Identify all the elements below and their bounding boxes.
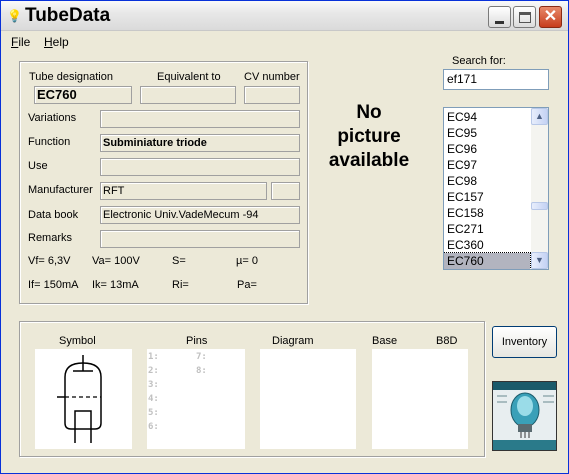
param-va: Va= 100V — [92, 255, 140, 267]
param-ri: Ri= — [172, 279, 189, 291]
close-button[interactable]: ✕ — [539, 6, 562, 28]
variations-field[interactable] — [100, 110, 300, 128]
tubedata-logo — [492, 381, 557, 451]
window-title: TubeData — [25, 5, 111, 26]
menu-file[interactable]: File — [11, 35, 30, 49]
base-value: B8D — [436, 335, 458, 347]
pins-panel: 1: 2: 3: 4: 5: 6: 7: 8: — [147, 349, 245, 449]
manufacturer-label: Manufacturer — [28, 184, 93, 196]
scroll-up-button[interactable]: ▲ — [531, 108, 548, 125]
search-input[interactable]: ef171 — [443, 69, 549, 90]
tube-list-item[interactable]: EC96 — [444, 141, 530, 157]
maximize-icon — [519, 12, 531, 23]
cv-number-field[interactable] — [244, 86, 300, 104]
function-field[interactable]: Subminiature triode — [100, 134, 300, 152]
scroll-down-button[interactable]: ▼ — [531, 252, 548, 269]
minimize-icon — [495, 21, 504, 24]
scroll-thumb[interactable] — [531, 202, 548, 210]
pin-4: 4: — [148, 394, 159, 404]
diagram-panel — [260, 349, 356, 449]
no-picture-line3: available — [328, 150, 410, 171]
pin-2: 2: — [148, 366, 159, 376]
tube-list: EC94 EC95 EC96 EC97 EC98 EC157 EC158 EC271 EC360… — [444, 109, 531, 269]
close-icon: ✕ — [543, 8, 558, 25]
no-picture-line1: No — [356, 102, 382, 123]
param-pa: Pa= — [237, 279, 257, 291]
title-bar[interactable]: 💡 TubeData ✕ — [1, 1, 568, 31]
param-if: If= 150mA — [28, 279, 79, 291]
symbol-panel — [35, 349, 132, 449]
search-label: Search for: — [452, 55, 506, 67]
function-label: Function — [28, 136, 71, 148]
maximize-button[interactable] — [513, 6, 536, 28]
tube-listbox[interactable]: EC94 EC95 EC96 EC97 EC98 EC157 EC158 EC271 EC360… — [443, 107, 549, 270]
tube-list-item[interactable]: EC94 — [444, 109, 530, 125]
menu-help[interactable]: Help — [44, 35, 69, 49]
tube-list-item[interactable]: EC760 — [444, 252, 531, 269]
inventory-button[interactable]: Inventory — [492, 326, 557, 358]
app-window: 💡 TubeData ✕ File Help Tube designation … — [0, 0, 569, 474]
chevron-down-icon: ▼ — [535, 255, 544, 265]
use-label: Use — [28, 160, 48, 172]
param-s: S= — [172, 255, 186, 267]
tube-designation-field[interactable]: EC760 — [34, 86, 132, 104]
tube-designation-label: Tube designation — [29, 71, 113, 83]
pin-6: 6: — [148, 422, 159, 432]
tube-list-item[interactable]: EC158 — [444, 205, 530, 221]
manufacturer-field[interactable]: RFT — [100, 182, 267, 200]
menu-bar: File Help — [1, 32, 568, 52]
pin-1: 1: — [148, 352, 159, 362]
base-panel — [372, 349, 468, 449]
tube-list-item[interactable]: EC157 — [444, 189, 530, 205]
tube-list-item[interactable]: EC98 — [444, 173, 530, 189]
diagram-label: Diagram — [272, 335, 314, 347]
cv-number-label: CV number — [244, 71, 300, 83]
databook-field[interactable]: Electronic Univ.VadeMecum -94 — [100, 206, 300, 224]
tube-list-item[interactable]: EC271 — [444, 221, 530, 237]
symbol-label: Symbol — [59, 335, 96, 347]
pin-3: 3: — [148, 380, 159, 390]
tube-list-item[interactable]: EC360 — [444, 237, 530, 253]
remarks-field[interactable] — [100, 230, 300, 248]
lightbulb-icon: 💡 — [7, 9, 22, 23]
param-ik: Ik= 13mA — [92, 279, 139, 291]
list-scrollbar[interactable]: ▲ ▼ — [531, 108, 548, 269]
triode-symbol-icon — [57, 355, 102, 443]
databook-label: Data book — [28, 209, 79, 221]
no-picture-line2: picture — [337, 126, 401, 147]
param-vf: Vf= 6,3V — [28, 255, 71, 267]
variations-label: Variations — [28, 112, 77, 124]
param-mu: µ= 0 — [236, 255, 258, 267]
minimize-button[interactable] — [488, 6, 511, 28]
chevron-up-icon: ▲ — [535, 111, 544, 121]
equivalent-label: Equivalent to — [157, 71, 221, 83]
pin-7: 7: — [196, 352, 207, 362]
remarks-label: Remarks — [28, 232, 73, 244]
pins-label: Pins — [186, 335, 208, 347]
base-label: Base — [372, 335, 398, 347]
tube-list-item[interactable]: EC95 — [444, 125, 530, 141]
tube-logo-icon — [493, 382, 556, 450]
pin-5: 5: — [148, 408, 159, 418]
manufacturer-extra-field[interactable] — [271, 182, 300, 200]
pin-8: 8: — [196, 366, 207, 376]
use-field[interactable] — [100, 158, 300, 176]
equivalent-field[interactable] — [140, 86, 236, 104]
no-picture-text: No picture available — [319, 101, 419, 173]
tube-list-item[interactable]: EC97 — [444, 157, 530, 173]
